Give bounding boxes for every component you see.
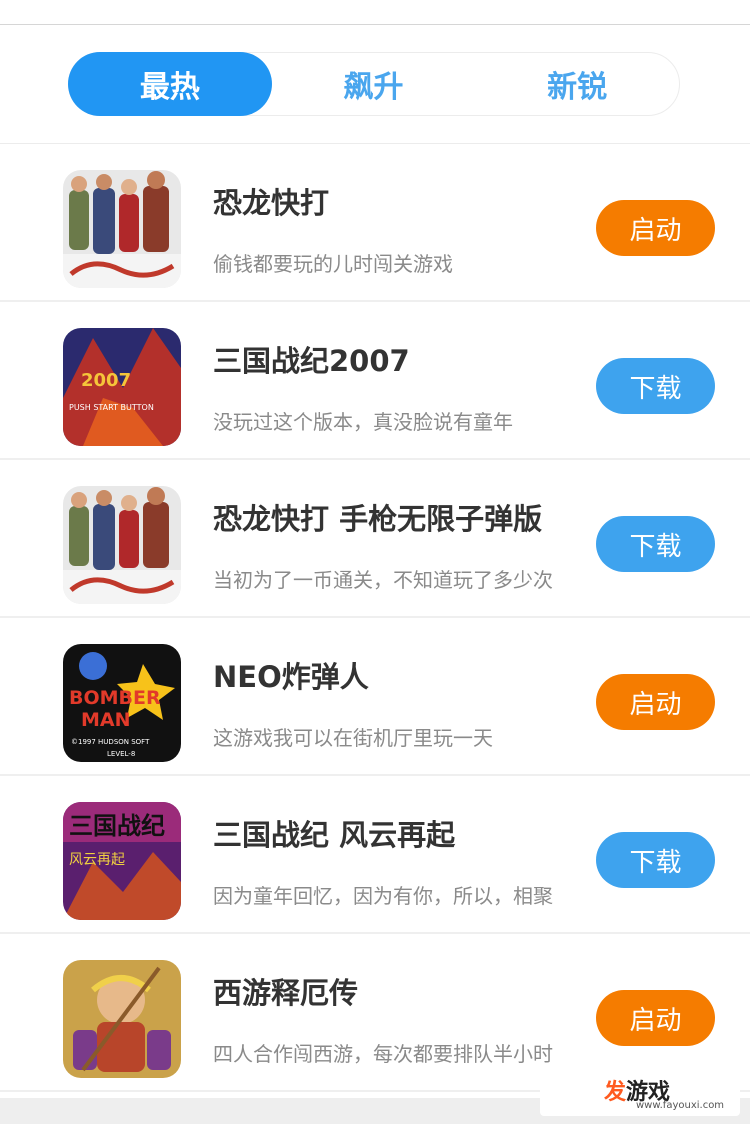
game-description: 四人合作闯西游，每次都要排队半小时 [213, 1042, 553, 1066]
game-title: 恐龙快打 手枪无限子弹版 [213, 502, 543, 536]
game-description: 偷钱都要玩的儿时闯关游戏 [213, 252, 453, 276]
download-button[interactable]: 下载 [596, 516, 715, 572]
knights-of-valour-storm-cover-icon: 三国战纪 风云再起 [63, 802, 181, 920]
game-title: NEO炸弹人 [213, 660, 369, 694]
cover-push-start-text: PUSH START BUTTON [69, 403, 154, 412]
cover-title-text: 2007 [81, 370, 131, 391]
game-row[interactable]: 恐龙快打 偷钱都要玩的儿时闯关游戏 启动 [0, 144, 750, 302]
launch-button[interactable]: 启动 [596, 990, 715, 1046]
knights-of-valour-2007-cover-icon: 2007 PUSH START BUTTON [63, 328, 181, 446]
cover-hudson-text: ©1997 HUDSON SOFT [71, 738, 150, 746]
game-description: 因为童年回忆，因为有你，所以，相聚 [213, 884, 553, 908]
cadillacs-dinosaurs-cover-icon [63, 486, 181, 604]
game-description: 当初为了一币通关，不知道玩了多少次 [213, 568, 553, 592]
bomberman-cover-icon: BOMBER MAN ©1997 HUDSON SOFT LEVEL-8 [63, 644, 181, 762]
game-description: 没玩过这个版本，真没脸说有童年 [213, 410, 513, 434]
launch-button[interactable]: 启动 [596, 200, 715, 256]
cover-man-text: MAN [81, 709, 131, 731]
game-description: 这游戏我可以在街机厅里玩一天 [213, 726, 493, 750]
tab-hottest[interactable]: 最热 [68, 52, 272, 116]
game-title: 恐龙快打 [213, 186, 330, 220]
tab-newest[interactable]: 新锐 [475, 53, 679, 115]
game-title: 西游释厄传 [213, 976, 359, 1010]
cover-bomber-text: BOMBER [69, 687, 161, 709]
cadillacs-dinosaurs-cover-icon [63, 170, 181, 288]
journey-to-the-west-cover-icon [63, 960, 181, 1078]
download-button[interactable]: 下载 [596, 358, 715, 414]
launch-button[interactable]: 启动 [596, 674, 715, 730]
tab-rising[interactable]: 飙升 [272, 53, 476, 115]
cover-level-text: LEVEL-8 [107, 750, 135, 758]
segmented-tabs: 最热 飙升 新锐 [68, 52, 680, 116]
site-watermark: 发游戏 www.fayouxi.com [540, 1072, 740, 1116]
cover-title-text: 三国战纪 [69, 812, 165, 840]
game-row[interactable]: 2007 PUSH START BUTTON 三国战纪2007 没玩过这个版本，… [0, 302, 750, 460]
tab-bar-area: 最热 飙升 新锐 [0, 25, 750, 144]
game-title: 三国战纪 风云再起 [213, 818, 456, 852]
download-button[interactable]: 下载 [596, 832, 715, 888]
game-row[interactable]: 西游释厄传 四人合作闯西游，每次都要排队半小时 启动 [0, 934, 750, 1092]
game-row[interactable]: 恐龙快打 手枪无限子弹版 当初为了一币通关，不知道玩了多少次 下载 [0, 460, 750, 618]
game-title: 三国战纪2007 [213, 344, 410, 378]
game-row[interactable]: BOMBER MAN ©1997 HUDSON SOFT LEVEL-8 NEO… [0, 618, 750, 776]
game-list: 恐龙快打 偷钱都要玩的儿时闯关游戏 启动 2007 PUSH START BUT… [0, 144, 750, 1092]
watermark-brand-highlight: 发 [604, 1080, 627, 1105]
cover-subtitle-text: 风云再起 [69, 852, 125, 868]
game-row[interactable]: 三国战纪 风云再起 三国战纪 风云再起 因为童年回忆，因为有你，所以，相聚 下载 [0, 776, 750, 934]
watermark-url: www.fayouxi.com [636, 1100, 725, 1111]
